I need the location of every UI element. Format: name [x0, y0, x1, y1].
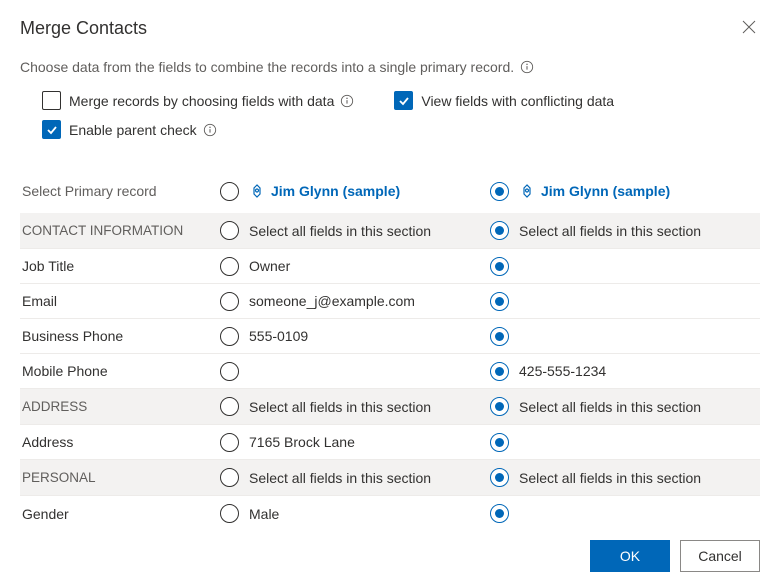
- field-row-address: Address 7165 Brock Lane: [20, 425, 760, 460]
- fields-table: Select Primary record Jim Glynn (sample)…: [20, 169, 760, 526]
- field-right-radio[interactable]: [490, 257, 509, 276]
- field-right-radio[interactable]: [490, 504, 509, 523]
- field-left-radio[interactable]: [220, 292, 239, 311]
- field-row-business-phone: Business Phone 555-0109: [20, 319, 760, 354]
- info-icon: [340, 94, 354, 108]
- section-address: ADDRESS Select all fields in this sectio…: [20, 389, 760, 425]
- field-label: Business Phone: [20, 328, 220, 344]
- cancel-button[interactable]: Cancel: [680, 540, 760, 572]
- merge-by-fields-option[interactable]: Merge records by choosing fields with da…: [42, 91, 354, 110]
- enable-parent-option[interactable]: Enable parent check: [42, 120, 217, 139]
- field-label: Mobile Phone: [20, 363, 220, 379]
- field-left-value: 555-0109: [249, 328, 308, 344]
- close-button[interactable]: [738, 16, 760, 41]
- primary-record-row: Select Primary record Jim Glynn (sample)…: [20, 169, 760, 213]
- close-icon: [742, 20, 756, 34]
- dialog-header: Merge Contacts: [20, 16, 760, 41]
- view-conflicts-label: View fields with conflicting data: [421, 93, 614, 109]
- field-right-radio[interactable]: [490, 327, 509, 346]
- merge-by-fields-label: Merge records by choosing fields with da…: [69, 93, 334, 109]
- options-row-2: Enable parent check: [20, 120, 760, 139]
- field-label: Address: [20, 434, 220, 450]
- section-personal: PERSONAL Select all fields in this secti…: [20, 460, 760, 496]
- contact-name-right: Jim Glynn (sample): [541, 183, 670, 199]
- section-select-all-right-label: Select all fields in this section: [519, 223, 701, 239]
- options-row-1: Merge records by choosing fields with da…: [20, 91, 760, 110]
- section-select-all-right-radio[interactable]: [490, 397, 509, 416]
- field-left-value: someone_j@example.com: [249, 293, 415, 309]
- section-heading: ADDRESS: [20, 399, 220, 414]
- merge-contacts-dialog: Merge Contacts Choose data from the fiel…: [0, 0, 780, 586]
- view-conflicts-checkbox[interactable]: [394, 91, 413, 110]
- section-select-all-right-label: Select all fields in this section: [519, 470, 701, 486]
- field-left-value: Owner: [249, 258, 290, 274]
- fields-scroll-area[interactable]: Select Primary record Jim Glynn (sample)…: [20, 149, 770, 526]
- contact-name-left: Jim Glynn (sample): [271, 183, 400, 199]
- info-icon: [203, 123, 217, 137]
- dialog-footer: OK Cancel: [20, 526, 760, 586]
- info-icon: [520, 60, 534, 74]
- field-left-radio[interactable]: [220, 257, 239, 276]
- dialog-subtitle: Choose data from the fields to combine t…: [20, 59, 760, 75]
- field-row-job-title: Job Title Owner: [20, 249, 760, 284]
- contact-link-right[interactable]: Jim Glynn (sample): [519, 183, 670, 199]
- contact-link-left[interactable]: Jim Glynn (sample): [249, 183, 400, 199]
- select-primary-label: Select Primary record: [20, 183, 220, 199]
- primary-record-right-radio[interactable]: [490, 182, 509, 201]
- field-left-radio[interactable]: [220, 362, 239, 381]
- field-left-radio[interactable]: [220, 504, 239, 523]
- section-select-all-left-radio[interactable]: [220, 221, 239, 240]
- field-right-radio[interactable]: [490, 292, 509, 311]
- field-left-radio[interactable]: [220, 433, 239, 452]
- field-right-value: 425-555-1234: [519, 363, 606, 379]
- dialog-title: Merge Contacts: [20, 18, 147, 39]
- section-heading: PERSONAL: [20, 470, 220, 485]
- section-select-all-left-radio[interactable]: [220, 397, 239, 416]
- field-label: Job Title: [20, 258, 220, 274]
- section-select-all-right-radio[interactable]: [490, 468, 509, 487]
- field-left-value: 7165 Brock Lane: [249, 434, 355, 450]
- primary-record-left-radio[interactable]: [220, 182, 239, 201]
- field-row-mobile-phone: Mobile Phone 425-555-1234: [20, 354, 760, 389]
- merge-by-fields-checkbox[interactable]: [42, 91, 61, 110]
- section-select-all-left-label: Select all fields in this section: [249, 223, 431, 239]
- section-heading: CONTACT INFORMATION: [20, 223, 220, 238]
- section-select-all-left-label: Select all fields in this section: [249, 470, 431, 486]
- section-select-all-left-label: Select all fields in this section: [249, 399, 431, 415]
- enable-parent-label: Enable parent check: [69, 122, 197, 138]
- field-left-radio[interactable]: [220, 327, 239, 346]
- section-select-all-right-radio[interactable]: [490, 221, 509, 240]
- field-left-value: Male: [249, 506, 279, 522]
- field-right-radio[interactable]: [490, 362, 509, 381]
- section-select-all-left-radio[interactable]: [220, 468, 239, 487]
- field-label: Gender: [20, 506, 220, 522]
- field-row-gender: Gender Male: [20, 496, 760, 526]
- contact-icon: [249, 183, 265, 199]
- field-row-email: Email someone_j@example.com: [20, 284, 760, 319]
- field-right-radio[interactable]: [490, 433, 509, 452]
- section-select-all-right-label: Select all fields in this section: [519, 399, 701, 415]
- subtitle-text: Choose data from the fields to combine t…: [20, 59, 514, 75]
- enable-parent-checkbox[interactable]: [42, 120, 61, 139]
- field-label: Email: [20, 293, 220, 309]
- ok-button[interactable]: OK: [590, 540, 670, 572]
- section-contact-information: CONTACT INFORMATION Select all fields in…: [20, 213, 760, 249]
- contact-icon: [519, 183, 535, 199]
- view-conflicts-option[interactable]: View fields with conflicting data: [394, 91, 614, 110]
